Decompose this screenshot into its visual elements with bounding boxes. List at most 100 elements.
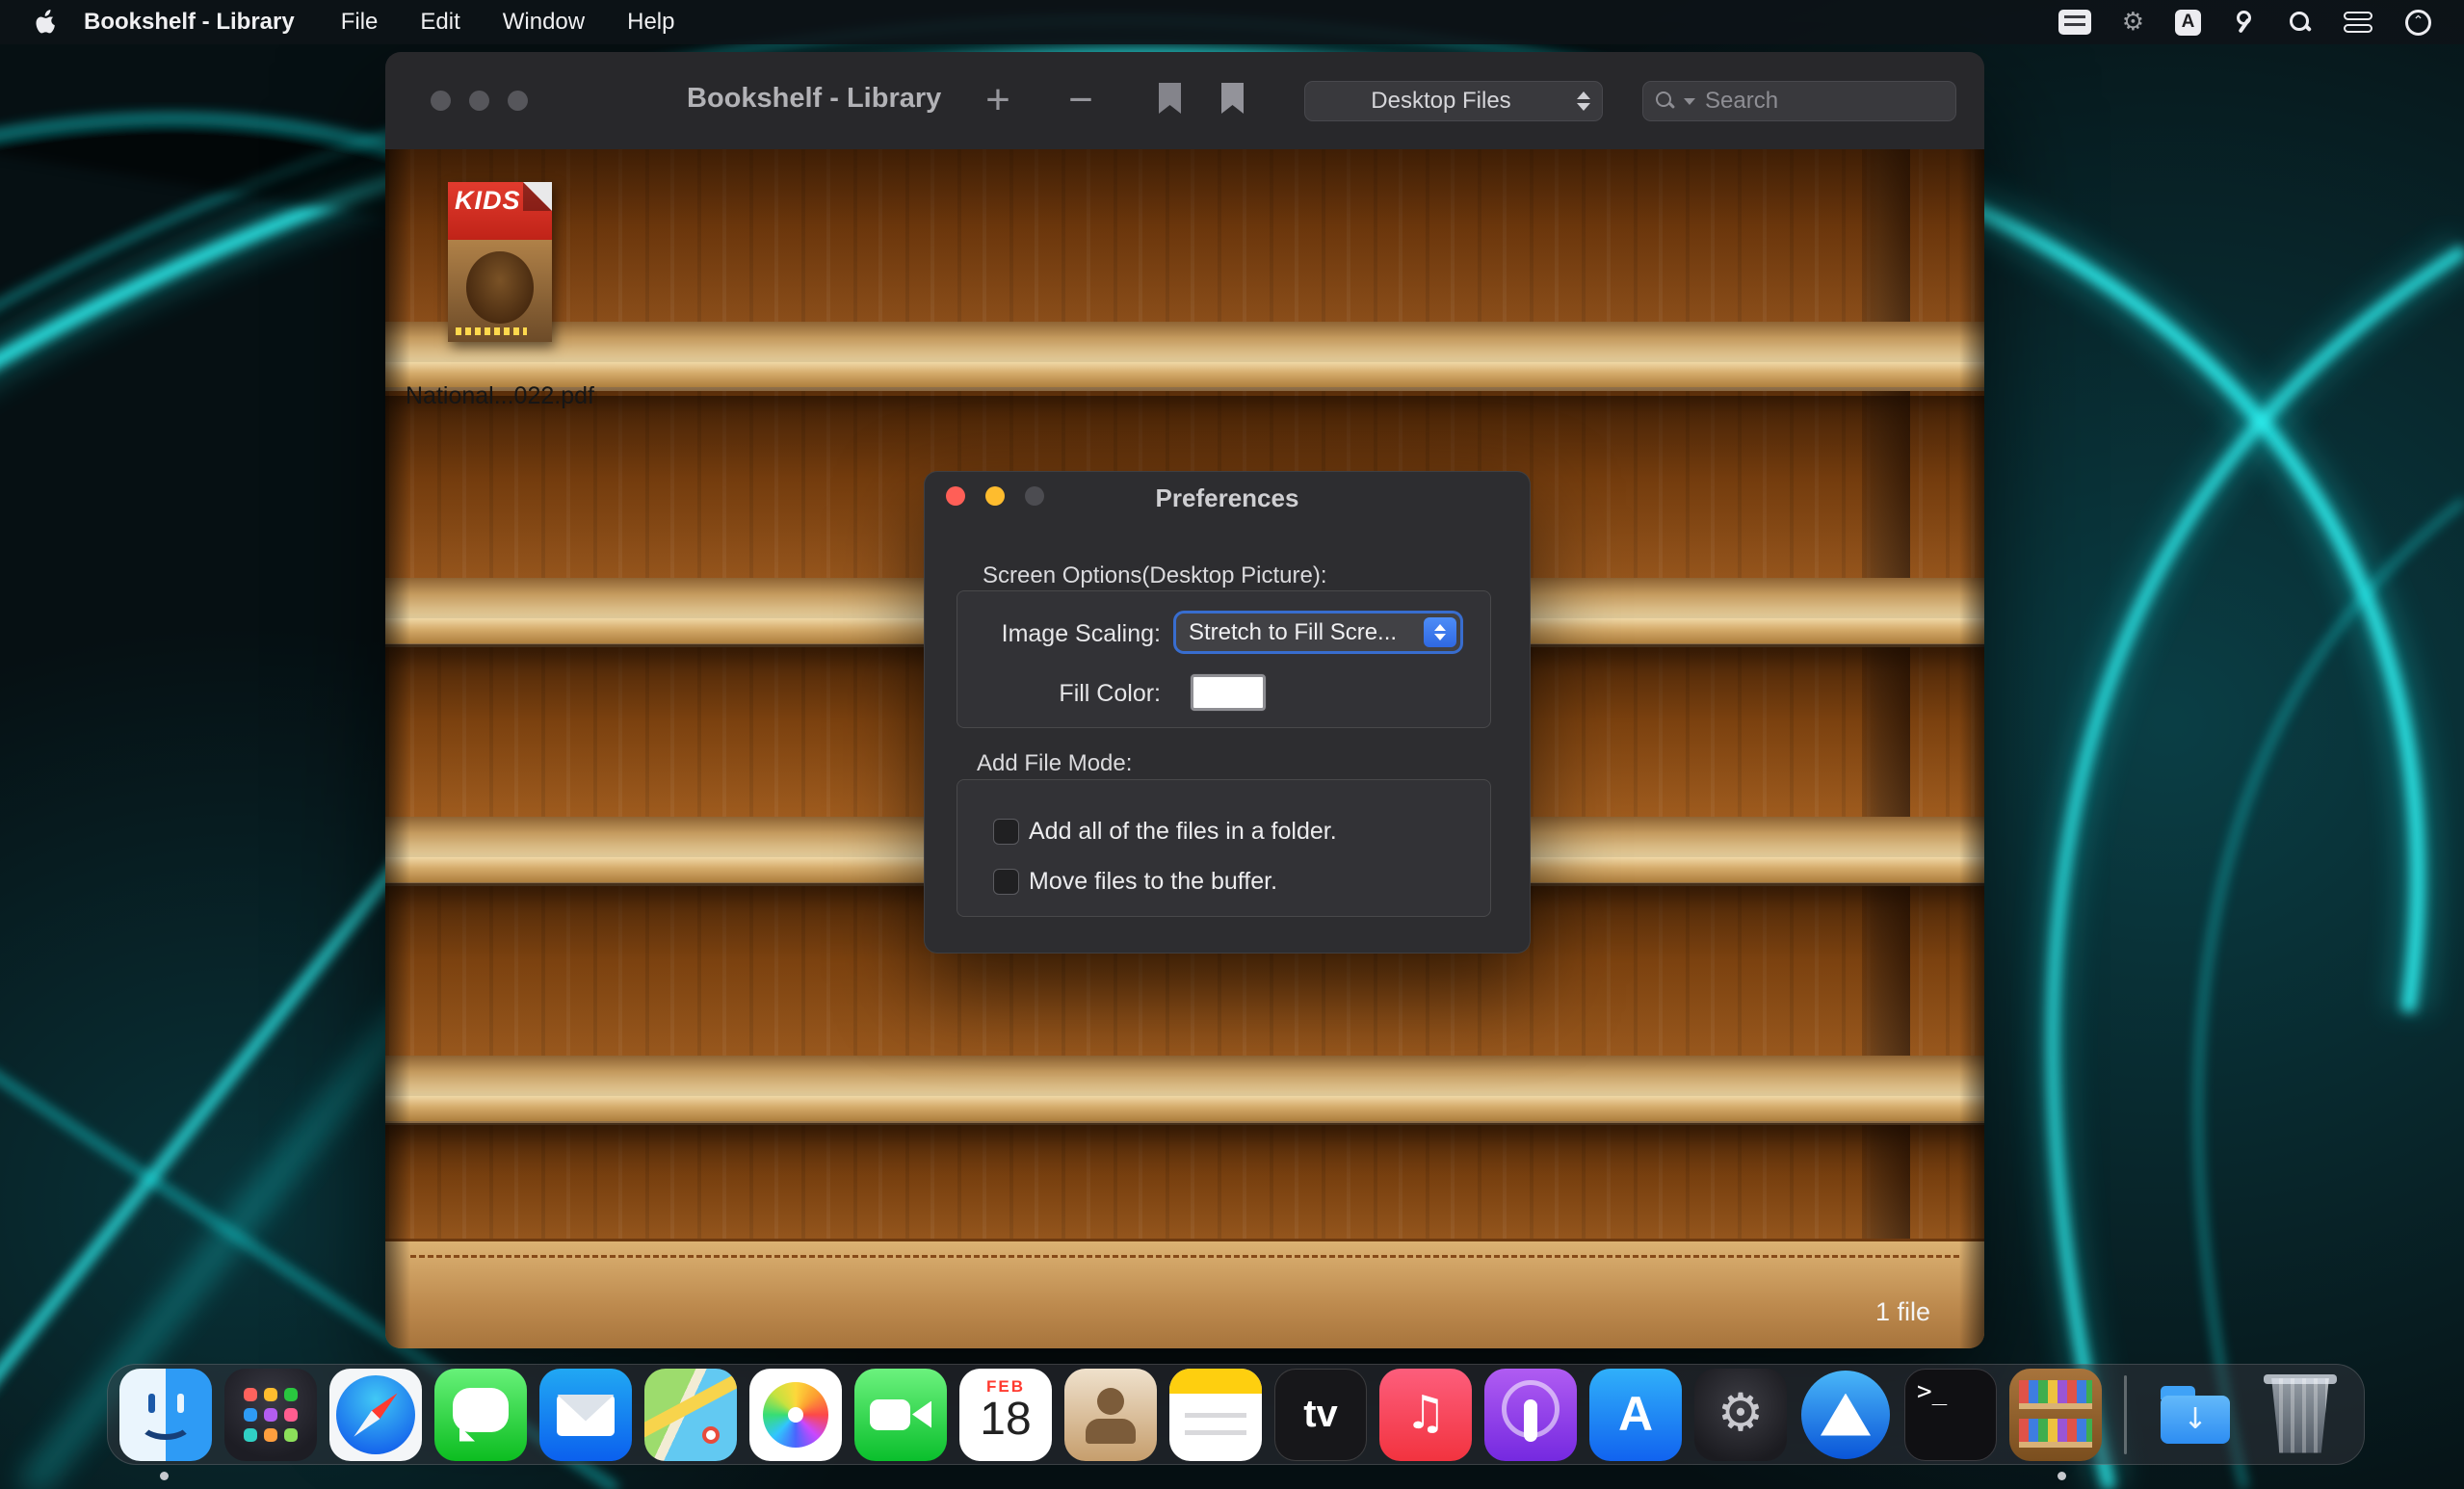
shelf-board-1 (385, 322, 1984, 391)
dock-safari[interactable] (329, 1369, 422, 1461)
preferences-titlebar[interactable]: Preferences (925, 472, 1530, 520)
menu-window[interactable]: Window (482, 0, 606, 44)
finder-icon (119, 1369, 212, 1461)
dock: FEB 18 tv ♫ A ⚙ >_ ↓ (107, 1364, 2365, 1465)
close-button[interactable] (431, 91, 451, 111)
move-to-buffer-label[interactable]: Move files to the buffer. (1029, 868, 1277, 896)
menu-help[interactable]: Help (606, 0, 695, 44)
control-center-icon[interactable] (2344, 12, 2374, 33)
collection-dropdown[interactable]: Desktop Files (1304, 81, 1603, 121)
input-source-icon[interactable]: A (2175, 10, 2201, 36)
dock-music[interactable]: ♫ (1379, 1369, 1472, 1461)
dock-calendar[interactable]: FEB 18 (959, 1369, 1052, 1461)
apple-logo-icon (35, 10, 57, 36)
window-title: Bookshelf - Library (687, 83, 941, 115)
dock-launchpad[interactable] (224, 1369, 317, 1461)
photos-icon (749, 1369, 842, 1461)
fill-color-well[interactable] (1191, 674, 1266, 711)
dock-apple-tv[interactable]: tv (1274, 1369, 1367, 1461)
minimize-button[interactable] (469, 91, 489, 111)
add-all-files-checkbox[interactable] (993, 819, 1019, 845)
dock-photos[interactable] (749, 1369, 842, 1461)
contacts-icon (1064, 1369, 1157, 1461)
search-scope-chevron-icon (1684, 98, 1695, 105)
shelf-bay-1 (385, 149, 1984, 322)
panel-list-icon[interactable] (2058, 10, 2091, 35)
dock-contacts[interactable] (1064, 1369, 1157, 1461)
fill-color-label: Fill Color: (957, 680, 1161, 708)
add-all-files-label[interactable]: Add all of the files in a folder. (1029, 818, 1337, 846)
dock-blue-mountain-app[interactable] (1799, 1369, 1892, 1461)
image-scaling-popup[interactable]: Stretch to Fill Scre... (1176, 614, 1460, 651)
terminal-icon: >_ (1904, 1369, 1997, 1461)
music-icon: ♫ (1379, 1369, 1472, 1461)
zoom-button[interactable] (508, 91, 528, 111)
image-scaling-value: Stretch to Fill Scre... (1176, 619, 1424, 646)
menu-bar: Bookshelf - Library File Edit Window Hel… (0, 0, 2464, 44)
add-file-button[interactable]: + (969, 73, 1027, 127)
dock-maps[interactable] (644, 1369, 737, 1461)
dock-separator (2124, 1375, 2127, 1454)
apple-menu[interactable] (33, 10, 57, 36)
window-titlebar[interactable]: Bookshelf - Library + − Desktop Files (385, 52, 1984, 149)
dock-mail[interactable] (539, 1369, 632, 1461)
apple-tv-icon: tv (1274, 1369, 1367, 1461)
dock-notes[interactable] (1169, 1369, 1262, 1461)
dock-facetime[interactable] (854, 1369, 947, 1461)
dock-gear-utility[interactable]: ⚙ (1694, 1369, 1787, 1461)
menu-extra-circle-icon[interactable]: ⌃ (2405, 10, 2431, 36)
bookshelf-running-indicator (2058, 1472, 2066, 1480)
trash-icon (2254, 1369, 2346, 1461)
bookmark-icon[interactable] (1159, 83, 1181, 114)
add-file-mode-group (957, 779, 1491, 917)
menu-file[interactable]: File (320, 0, 400, 44)
dock-podcasts[interactable] (1484, 1369, 1577, 1461)
pdf-file-thumbnail[interactable]: KIDS (448, 182, 552, 342)
desktop: Bookshelf - Library File Edit Window Hel… (0, 0, 2464, 1489)
app-store-icon: A (1589, 1369, 1682, 1461)
misc-status-icon[interactable] (2232, 10, 2257, 35)
screen-options-label: Screen Options(Desktop Picture): (983, 562, 1326, 589)
finder-running-indicator (160, 1472, 169, 1480)
search-field[interactable] (1642, 81, 1956, 121)
menu-app-name[interactable]: Bookshelf - Library (57, 0, 320, 44)
mail-icon (539, 1369, 632, 1461)
popup-chevrons-icon (1424, 617, 1456, 647)
shelf-left-shade (385, 149, 410, 1348)
chevron-up-down-icon (1577, 91, 1590, 111)
collection-dropdown-value: Desktop Files (1305, 88, 1577, 115)
dock-terminal[interactable]: >_ (1904, 1369, 1997, 1461)
dock-messages[interactable] (434, 1369, 527, 1461)
preferences-title: Preferences (925, 483, 1530, 513)
magazine-cover-title: KIDS (455, 186, 521, 216)
remove-file-button[interactable]: − (1052, 73, 1110, 127)
move-to-buffer-checkbox[interactable] (993, 869, 1019, 895)
dock-bookshelf-app[interactable] (2009, 1369, 2102, 1461)
shelf-right-shade (1959, 149, 1984, 1348)
facetime-icon (854, 1369, 947, 1461)
search-icon (1655, 91, 1676, 112)
image-scaling-label: Image Scaling: (957, 620, 1161, 648)
notes-icon (1169, 1369, 1262, 1461)
launchpad-icon (224, 1369, 317, 1461)
calendar-icon: FEB 18 (959, 1369, 1052, 1461)
gear-utility-icon: ⚙ (1694, 1369, 1787, 1461)
dock-downloads-folder[interactable]: ↓ (2149, 1369, 2241, 1461)
dock-app-store[interactable]: A (1589, 1369, 1682, 1461)
bookshelf-app-icon (2009, 1369, 2102, 1461)
shelf-base-plank (385, 1239, 1984, 1348)
magazine-cover-strip (456, 327, 527, 335)
shelf-board-4 (385, 1056, 1984, 1125)
dock-trash[interactable] (2254, 1369, 2346, 1461)
shelf-bay-5 (385, 1123, 1984, 1239)
dock-finder[interactable] (119, 1369, 212, 1461)
file-label[interactable]: National...022.pdf (385, 382, 644, 410)
add-file-mode-label: Add File Mode: (977, 750, 1132, 777)
safari-icon (329, 1369, 422, 1461)
maps-icon (644, 1369, 737, 1461)
spotlight-search-icon[interactable] (2288, 10, 2313, 35)
gear-status-icon[interactable]: ⚙ (2122, 8, 2144, 37)
search-input[interactable] (1703, 87, 1900, 116)
bookmark-alt-icon[interactable] (1221, 83, 1244, 114)
menu-edit[interactable]: Edit (399, 0, 481, 44)
